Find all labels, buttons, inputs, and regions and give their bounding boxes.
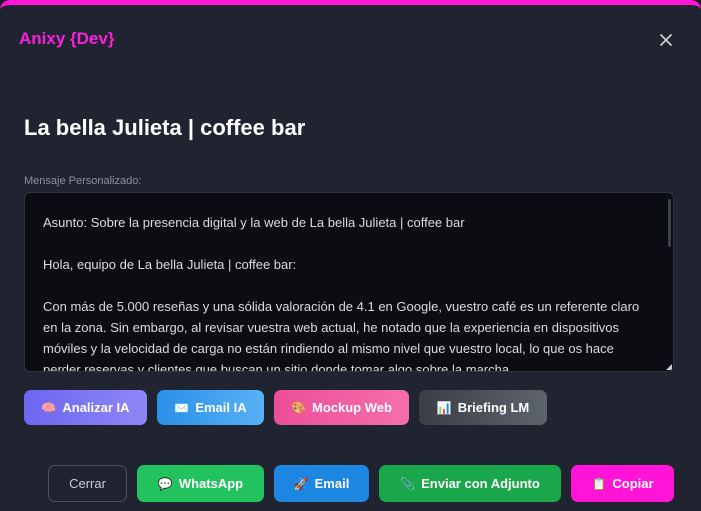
speech-bubble-icon: 💬 <box>157 476 173 491</box>
analizar-ia-label: Analizar IA <box>62 400 130 415</box>
briefing-lm-button[interactable]: 📊 Briefing LM <box>419 390 547 425</box>
textarea-scrollbar[interactable] <box>668 199 671 247</box>
email-ia-label: Email IA <box>195 400 247 415</box>
brain-icon: 🧠 <box>41 400 57 415</box>
whatsapp-label: WhatsApp <box>178 476 244 491</box>
bar-chart-icon: 📊 <box>436 400 452 415</box>
rocket-icon: 🚀 <box>293 476 309 491</box>
enviar-con-adjunto-label: Enviar con Adjunto <box>421 476 540 491</box>
enviar-con-adjunto-button[interactable]: 📎 Enviar con Adjunto <box>379 465 561 502</box>
briefing-lm-label: Briefing LM <box>457 400 530 415</box>
clipboard-icon: 📋 <box>591 476 607 491</box>
message-label: Mensaje Personalizado: <box>24 175 142 187</box>
analizar-ia-button[interactable]: 🧠 Analizar IA <box>24 390 147 425</box>
email-button[interactable]: 🚀 Email <box>274 465 369 502</box>
whatsapp-button[interactable]: 💬 WhatsApp <box>137 465 264 502</box>
palette-icon: 🎨 <box>291 400 306 415</box>
copiar-button[interactable]: 📋 Copiar <box>571 465 674 502</box>
message-text[interactable]: Asunto: Sobre la presencia digital y la … <box>25 193 673 371</box>
paperclip-icon: 📎 <box>400 476 416 491</box>
envelope-icon: ✉️ <box>174 400 190 415</box>
copiar-label: Copiar <box>612 476 654 491</box>
email-label: Email <box>314 476 350 491</box>
resize-handle-icon[interactable] <box>666 364 672 370</box>
close-button[interactable] <box>654 28 678 52</box>
mockup-web-button[interactable]: 🎨 Mockup Web <box>274 390 409 425</box>
page-title: La bella Julieta | coffee bar <box>24 115 306 140</box>
cerrar-button[interactable]: Cerrar <box>48 465 127 502</box>
email-ia-button[interactable]: ✉️ Email IA <box>157 390 264 425</box>
close-icon <box>660 34 672 46</box>
mockup-web-label: Mockup Web <box>312 400 392 415</box>
message-textarea[interactable]: Asunto: Sobre la presencia digital y la … <box>24 192 674 372</box>
modal-dialog: Anixy {Dev} La bella Julieta | coffee ba… <box>0 0 701 511</box>
brand-title: Anixy {Dev} <box>19 29 115 48</box>
cerrar-label: Cerrar <box>69 476 106 491</box>
